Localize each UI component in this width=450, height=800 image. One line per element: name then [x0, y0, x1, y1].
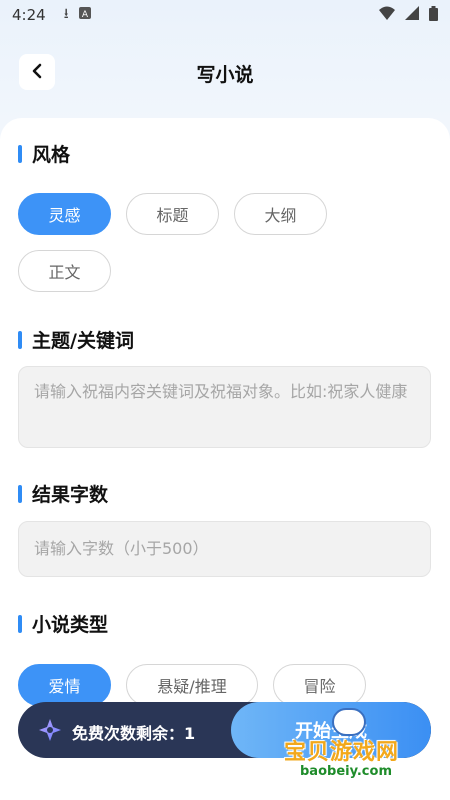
- a-box-icon: A: [78, 7, 91, 23]
- section-title-style: 风格: [18, 140, 70, 167]
- wifi-icon: [379, 6, 395, 24]
- chip-style-outline[interactable]: 大纲: [234, 193, 327, 235]
- section-title-word-count: 结果字数: [18, 480, 108, 507]
- chip-style-body[interactable]: 正文: [18, 250, 111, 292]
- chip-genre-mystery[interactable]: 悬疑/推理: [126, 664, 258, 706]
- bottom-action-bar: 免费次数剩余：1 开始生成: [18, 702, 431, 758]
- status-right: [379, 5, 438, 25]
- status-time: 4:24: [12, 6, 46, 24]
- section-title-topic: 主题/关键词: [18, 326, 134, 353]
- section-label: 风格: [32, 144, 71, 166]
- status-bar: 4:24 ⭳ A: [0, 0, 450, 30]
- section-title-genre: 小说类型: [18, 610, 108, 637]
- word-count-input[interactable]: 请输入字数（小于500）: [18, 521, 431, 577]
- page-title: 写小说: [196, 64, 254, 86]
- section-accent-bar: [18, 330, 22, 349]
- section-label: 主题/关键词: [32, 330, 134, 352]
- section-accent-bar: [18, 484, 22, 503]
- sparkle-icon: [38, 718, 62, 742]
- download-icon: ⭳: [63, 6, 69, 22]
- topic-input[interactable]: 请输入祝福内容关键词及祝福对象。比如:祝家人健康: [18, 366, 431, 448]
- section-accent-bar: [18, 614, 22, 633]
- section-accent-bar: [18, 144, 22, 163]
- chip-style-title[interactable]: 标题: [126, 193, 219, 235]
- signal-icon: [405, 6, 419, 24]
- chip-genre-romance[interactable]: 爱情: [18, 664, 111, 706]
- header: 写小说: [0, 52, 450, 96]
- chip-style-inspiration[interactable]: 灵感: [18, 193, 111, 235]
- form-card: 风格 灵感 标题 大纲 正文 主题/关键词 请输入祝福内容关键词及祝福对象。比如…: [0, 118, 450, 800]
- start-generate-button[interactable]: 开始生成: [231, 702, 431, 758]
- chip-genre-adventure[interactable]: 冒险: [273, 664, 366, 706]
- section-label: 小说类型: [32, 614, 109, 636]
- section-label: 结果字数: [32, 484, 109, 506]
- battery-icon: [429, 5, 438, 25]
- free-count-label: 免费次数剩余：1: [72, 724, 196, 743]
- svg-text:A: A: [82, 10, 89, 19]
